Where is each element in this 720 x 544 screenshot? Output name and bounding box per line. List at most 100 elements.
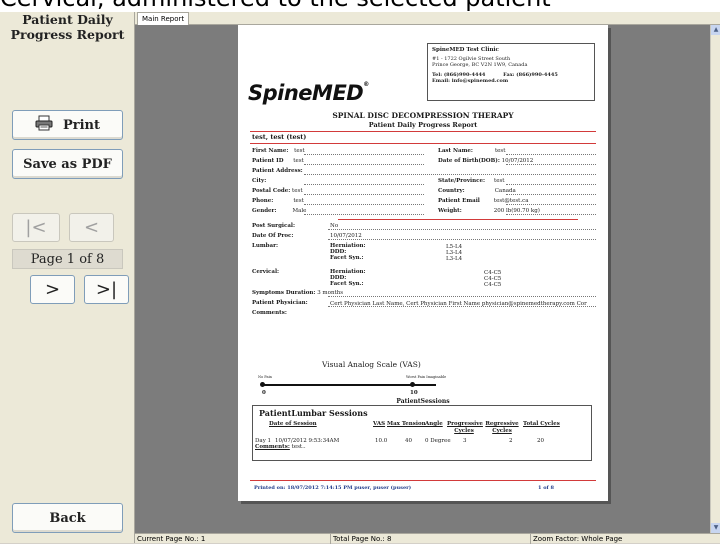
col-vas: VAS (373, 421, 386, 427)
city-label: City: (252, 178, 267, 184)
clinic-info-box: SpineMED Test Clinic #1 - 1722 Ogilvie S… (427, 43, 595, 101)
gender-label: Gender: (252, 208, 277, 214)
divider (328, 296, 596, 297)
task-instruction-banner: Cervical, administered to the selected p… (0, 0, 720, 12)
page-footer: 1 of 8 (538, 485, 554, 491)
vas-right-label: Worst Pain Imaginable (406, 375, 447, 379)
lumbar-facet-label: Facet Syn.: (330, 255, 364, 261)
sessions-heading: PatientSessions (396, 398, 450, 405)
save-as-pdf-label: Save as PDF (23, 156, 112, 172)
lumbar-sessions-title: PatientLumbar Sessions (259, 408, 368, 418)
divider (506, 194, 596, 195)
divider (304, 164, 424, 165)
post-surgical-label: Post Surgical: (252, 223, 296, 229)
cervical-facet-value: C4-C5 (484, 282, 502, 288)
email-label: Patient Email (438, 198, 480, 204)
lumbar-sessions-box: PatientLumbar Sessions Date of Session V… (252, 405, 592, 461)
patient-name: test, test (test) (252, 133, 307, 141)
clinic-email: Email: info@spinemed.com (432, 78, 509, 84)
session-comments: test.. (291, 444, 306, 450)
divider (506, 164, 596, 165)
state-label: State/Province: (438, 178, 485, 184)
col-max-tension: Max Tension (387, 421, 426, 427)
lumbar-label: Lumbar: (252, 243, 279, 249)
date-proc-label: Date Of Proc: (252, 233, 294, 239)
col-date: Date of Session (269, 421, 317, 427)
weight-label: Weight: (438, 208, 462, 214)
divider (328, 229, 596, 230)
divider (304, 184, 424, 185)
comments-label: Comments: (252, 310, 287, 316)
vas-left-label: No Pain (258, 375, 272, 379)
last-name-label: Last Name: (438, 148, 473, 154)
print-button[interactable]: Print (12, 110, 123, 140)
report-control-panel: Patient Daily Progress Report Print Save… (0, 12, 135, 543)
scroll-up-icon[interactable]: ▲ (711, 25, 720, 35)
first-name-label: First Name: (252, 148, 289, 154)
divider (506, 204, 596, 205)
col-angle: Angle (425, 421, 443, 427)
scroll-down-icon[interactable]: ▼ (711, 523, 720, 533)
save-as-pdf-button[interactable]: Save as PDF (12, 149, 123, 179)
print-button-label: Print (62, 117, 101, 133)
report-subheading: Patient Daily Progress Report (368, 121, 478, 129)
divider (250, 143, 596, 144)
clinic-address-2: Prince George, BC V2N 1W9, Canada (432, 62, 528, 68)
spinemed-logo: SpineMED® (248, 81, 369, 105)
postal-value: test (292, 188, 303, 194)
first-page-button[interactable]: |< (12, 213, 60, 242)
vas-value-marker (410, 382, 415, 387)
session-progressive: 3 (463, 438, 467, 444)
state-value: test (494, 178, 505, 184)
previous-page-label: < (83, 217, 100, 238)
cervical-label: Cervical: (252, 269, 280, 275)
cervical-facet-label: Facet Syn.: (330, 281, 364, 287)
vas-max: 10 (410, 390, 418, 396)
session-angle: 0 Degree (425, 438, 451, 444)
divider (304, 194, 424, 195)
printer-icon (35, 115, 53, 135)
session-vas: 10.0 (375, 438, 388, 444)
divider (338, 219, 578, 220)
col-regressive: Regressive Cycles (485, 421, 519, 434)
panel-title: Patient Daily Progress Report (10, 12, 125, 42)
phone-label: Phone: (252, 198, 274, 204)
tab-main-report[interactable]: Main Report (137, 12, 190, 25)
divider (506, 154, 596, 155)
last-page-label: >| (95, 279, 118, 300)
divider (250, 480, 596, 481)
vas-title: Visual Analog Scale (VAS) (322, 360, 421, 369)
last-page-button[interactable]: >| (84, 275, 129, 304)
divider (304, 204, 424, 205)
last-name-value: test (494, 148, 506, 154)
next-page-button[interactable]: > (30, 275, 75, 304)
vertical-scrollbar[interactable]: ▲ ▼ (710, 25, 720, 533)
back-button-label: Back (49, 510, 86, 526)
vas-min: 0 (262, 390, 266, 396)
first-page-label: |< (25, 217, 47, 238)
next-page-label: > (44, 279, 61, 300)
divider (250, 131, 596, 132)
banner-text: Cervical, administered to the selected p… (0, 0, 551, 12)
col-total: Total Cycles (523, 421, 560, 427)
back-button[interactable]: Back (12, 503, 123, 533)
divider (506, 184, 596, 185)
clinic-name: SpineMED Test Clinic (432, 47, 499, 53)
divider (328, 306, 596, 307)
session-total: 20 (537, 438, 544, 444)
col-progressive: Progressive Cycles (447, 421, 483, 434)
previous-page-button[interactable]: < (69, 213, 114, 242)
status-bar: Current Page No.: 1 Total Page No.: 8 Zo… (135, 533, 720, 544)
clinic-fax: Fax: (866)990-4445 (503, 72, 558, 78)
divider (304, 174, 596, 175)
page-indicator: Page 1 of 8 (12, 249, 123, 269)
address-label: Patient Address: (252, 168, 303, 174)
physician-label: Patient Physician: (252, 300, 308, 306)
dob-label: Date of Birth(DOB): (438, 158, 500, 164)
divider (304, 154, 424, 155)
session-regressive: 2 (509, 438, 513, 444)
divider (328, 239, 596, 240)
symptoms-label: Symptoms Duration: (252, 290, 316, 296)
report-page: SpineMED Test Clinic #1 - 1722 Ogilvie S… (238, 25, 608, 501)
vas-min-marker (260, 382, 265, 387)
